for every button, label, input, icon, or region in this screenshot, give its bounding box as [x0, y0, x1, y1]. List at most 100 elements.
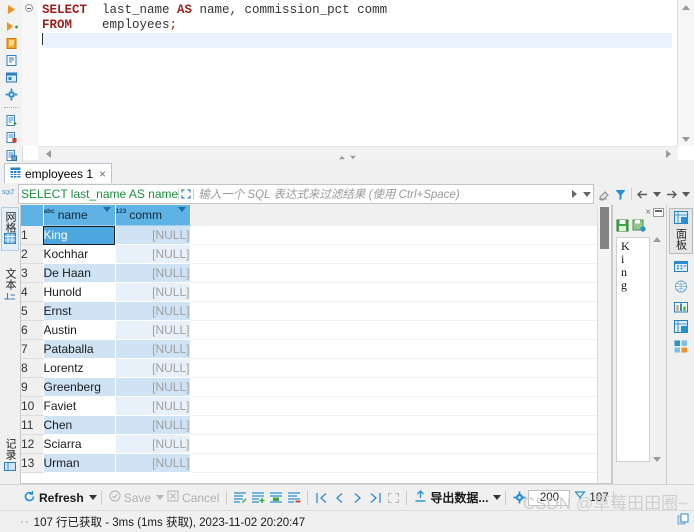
row-number-cell[interactable]: 8 — [21, 358, 44, 378]
cell-comm[interactable]: [NULL] — [115, 320, 191, 340]
cell-comm[interactable]: [NULL] — [115, 396, 191, 416]
table-row[interactable]: 10 Faviet [NULL] — [21, 396, 611, 416]
save-value-as-icon[interactable] — [632, 219, 646, 235]
execute-in-dialog-icon[interactable] — [3, 71, 19, 85]
nav-back-icon[interactable] — [634, 184, 651, 204]
cell-comm[interactable]: [NULL] — [115, 339, 191, 359]
cell-comm[interactable]: [NULL] — [115, 377, 191, 397]
table-row[interactable]: 1 King [NULL] — [21, 225, 611, 245]
nav-forward-icon[interactable] — [663, 184, 680, 204]
result-tab-employees-1[interactable]: employees 1 × — [4, 163, 113, 183]
column-header-comm[interactable]: 123 comm — [115, 205, 191, 226]
open-sql-script-icon[interactable] — [3, 114, 19, 128]
value-panel-minimize-icon[interactable] — [653, 207, 664, 217]
cell-name[interactable]: Urman — [43, 453, 116, 473]
cell-comm[interactable]: [NULL] — [115, 282, 191, 302]
export-data-button[interactable]: 导出数据... — [411, 488, 491, 508]
grid-settings-gear-icon[interactable] — [510, 488, 528, 508]
sql-settings-gear-icon[interactable] — [3, 88, 19, 102]
filter-funnel-icon[interactable] — [612, 184, 629, 204]
view-tab-text[interactable]: 文本 — [1, 265, 19, 307]
spatial-value-icon[interactable] — [672, 278, 690, 294]
table-row[interactable]: 4 Hunold [NULL] — [21, 282, 611, 302]
table-row[interactable]: 8 Lorentz [NULL] — [21, 358, 611, 378]
cell-name[interactable]: Kochhar — [43, 244, 116, 264]
row-number-cell[interactable]: 5 — [21, 301, 44, 321]
cell-name[interactable]: Austin — [43, 320, 116, 340]
references-panel-icon[interactable] — [672, 338, 690, 354]
rail-tab-panel[interactable]: 面板 — [668, 208, 693, 254]
cell-comm[interactable]: [NULL] — [115, 453, 191, 473]
row-number-cell[interactable]: 13 — [21, 453, 44, 473]
row-number-cell[interactable]: 1 — [21, 225, 44, 245]
sql-code-content[interactable]: SELECT last_name AS name, commission_pct… — [38, 0, 672, 146]
table-row[interactable]: 13 Urman [NULL] — [21, 453, 611, 473]
new-sql-editor-icon[interactable] — [3, 148, 19, 162]
row-number-cell[interactable]: 6 — [21, 320, 44, 340]
result-data-grid[interactable]: abc name 123 comm 1 King [NULL] 2 Kochha… — [20, 205, 612, 484]
cell-comm[interactable]: [NULL] — [115, 301, 191, 321]
table-row[interactable]: 3 De Haan [NULL] — [21, 263, 611, 283]
view-tab-record[interactable]: 记录 — [1, 435, 19, 477]
row-number-cell[interactable]: 12 — [21, 434, 44, 454]
value-scroll-up-icon[interactable] — [653, 237, 661, 242]
table-row[interactable]: 12 Sciarra [NULL] — [21, 434, 611, 454]
row-number-cell[interactable]: 4 — [21, 282, 44, 302]
row-number-cell[interactable]: 2 — [21, 244, 44, 264]
value-panel-content[interactable]: King — [616, 237, 650, 462]
cell-comm[interactable]: [NULL] — [115, 358, 191, 378]
execute-script-icon[interactable] — [3, 19, 19, 33]
nav-back-dropdown-icon[interactable] — [651, 184, 663, 204]
table-row[interactable]: 5 Ernst [NULL] — [21, 301, 611, 321]
cell-name[interactable]: De Haan — [43, 263, 116, 283]
result-tab-close-icon[interactable]: × — [99, 167, 106, 181]
cell-name[interactable]: Chen — [43, 415, 116, 435]
apply-filter-icon[interactable] — [567, 190, 581, 198]
cell-comm[interactable]: [NULL] — [115, 415, 191, 435]
refresh-button[interactable]: Refresh — [20, 488, 87, 508]
cell-name[interactable]: Faviet — [43, 396, 116, 416]
expand-panel-icon[interactable] — [178, 189, 195, 199]
view-tab-grid[interactable]: 网格 — [1, 207, 19, 251]
explain-plan-icon[interactable] — [3, 53, 19, 67]
grid-panel-icon[interactable] — [672, 318, 690, 334]
prev-page-icon[interactable] — [330, 488, 348, 508]
row-number-cell[interactable]: 10 — [21, 396, 44, 416]
code-folding-gutter[interactable] — [22, 0, 39, 146]
table-row[interactable]: 11 Chen [NULL] — [21, 415, 611, 435]
scroll-right-icon[interactable] — [660, 147, 676, 161]
row-count-display[interactable]: 107 — [570, 490, 609, 505]
delete-row-icon[interactable] — [285, 488, 303, 508]
cell-comm[interactable]: [NULL] — [115, 225, 191, 245]
next-page-icon[interactable] — [348, 488, 366, 508]
nav-forward-dropdown-icon[interactable] — [680, 184, 692, 204]
clear-filter-eraser-icon[interactable] — [595, 184, 612, 204]
filter-input-placeholder[interactable]: 输入一个 SQL 表达式来过滤结果 (使用 Ctrl+Space) — [194, 186, 567, 202]
editor-vertical-scrollbar[interactable] — [677, 0, 694, 146]
first-page-icon[interactable] — [312, 488, 330, 508]
fetch-size-input[interactable]: 200 — [528, 489, 571, 506]
filter-history-icon[interactable] — [581, 191, 593, 197]
calendar-value-icon[interactable] — [672, 258, 690, 274]
filter-query-box[interactable]: SELECT last_name AS name 输入一个 SQL 表达式来过滤… — [18, 184, 594, 204]
table-row[interactable]: 2 Kochhar [NULL] — [21, 244, 611, 264]
cell-name[interactable]: Ernst — [43, 301, 116, 321]
cell-comm[interactable]: [NULL] — [115, 434, 191, 454]
row-number-cell[interactable]: 9 — [21, 377, 44, 397]
scroll-down-icon[interactable] — [678, 132, 694, 146]
row-number-cell[interactable]: 11 — [21, 415, 44, 435]
row-number-cell[interactable]: 3 — [21, 263, 44, 283]
scroll-left-icon[interactable] — [40, 147, 56, 161]
scroll-up-icon[interactable] — [678, 0, 694, 14]
editor-result-splitter[interactable] — [330, 154, 364, 161]
fold-collapse-icon[interactable] — [25, 4, 33, 12]
cell-name[interactable]: Lorentz — [43, 358, 116, 378]
save-sql-script-icon[interactable] — [3, 131, 19, 145]
cell-name[interactable]: Sciarra — [43, 434, 116, 454]
save-value-icon[interactable] — [616, 219, 630, 235]
cell-comm[interactable]: [NULL] — [115, 263, 191, 283]
execute-statement-icon[interactable] — [3, 2, 19, 16]
row-number-cell[interactable]: 7 — [21, 339, 44, 359]
table-row[interactable]: 6 Austin [NULL] — [21, 320, 611, 340]
edit-row-icon[interactable] — [231, 488, 249, 508]
